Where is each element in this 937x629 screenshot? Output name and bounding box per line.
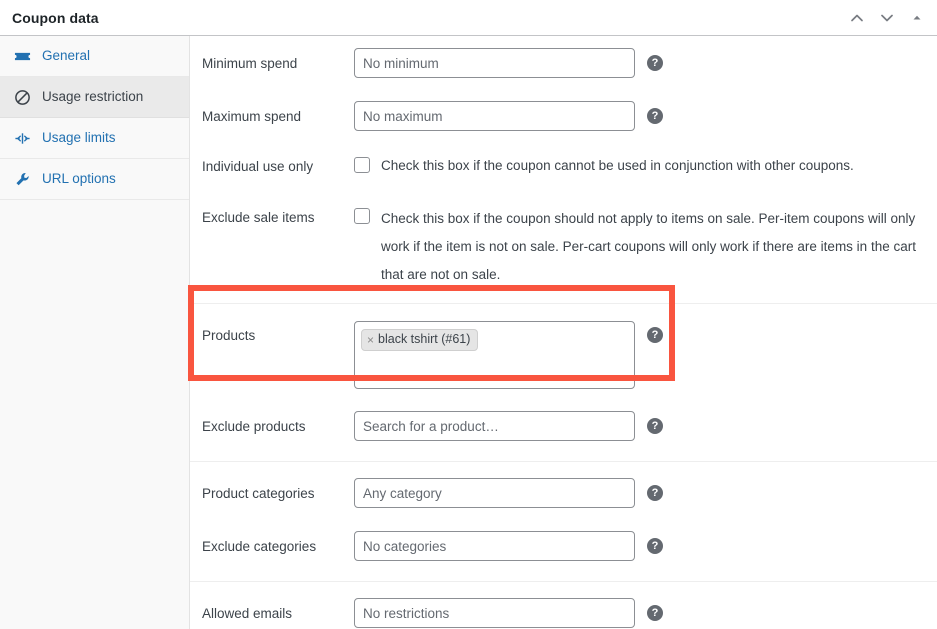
field-row-exclude-categories: Exclude categories ? [190, 531, 937, 565]
help-tip-icon[interactable]: ? [647, 327, 663, 343]
field-label: Allowed emails [202, 606, 293, 621]
field-row-maximum-spend: Maximum spend ? [190, 101, 937, 135]
help-tip-icon[interactable]: ? [647, 538, 663, 554]
field-row-individual-use-only: Individual use only Check this box if th… [190, 154, 937, 188]
chevron-up-icon [849, 10, 865, 26]
sidebar-item-label: General [42, 48, 91, 64]
field-label: Product categories [202, 486, 315, 501]
panel-header: Coupon data [0, 0, 937, 36]
help-tip-icon[interactable]: ? [647, 55, 663, 71]
field-row-allowed-emails: Allowed emails ? [190, 598, 937, 629]
ticket-icon [12, 48, 32, 65]
field-label: Individual use only [202, 159, 314, 174]
field-label: Exclude sale items [202, 210, 315, 225]
option-group-emails: Allowed emails ? [190, 581, 937, 629]
sidebar-item-label: URL options [42, 171, 116, 187]
allowed-emails-input[interactable] [354, 598, 635, 628]
individual-use-only-checkbox[interactable] [354, 157, 370, 173]
individual-use-only-description: Check this box if the coupon cannot be u… [381, 158, 854, 173]
coupon-data-tabs: General Usage restriction Usage limits U… [0, 36, 190, 629]
field-label: Exclude products [202, 419, 306, 434]
help-tip-icon[interactable]: ? [647, 605, 663, 621]
sidebar-item-label: Usage restriction [42, 89, 144, 105]
field-row-exclude-sale-items: Exclude sale items Check this box if the… [190, 205, 937, 289]
limit-icon [12, 130, 32, 147]
exclude-products-input[interactable] [354, 411, 635, 441]
coupon-data-panel: Coupon data General Usage restriction Us… [0, 0, 937, 629]
field-label: Exclude categories [202, 539, 317, 554]
field-row-exclude-products: Exclude products ? [190, 411, 937, 445]
sidebar-item-general[interactable]: General [0, 36, 189, 77]
field-row-minimum-spend: Minimum spend ? [190, 48, 937, 82]
move-down-button[interactable] [873, 4, 901, 32]
product-categories-input[interactable] [354, 478, 635, 508]
panel-header-actions [843, 0, 931, 36]
panel-body: General Usage restriction Usage limits U… [0, 36, 937, 629]
field-row-product-categories: Product categories ? [190, 478, 937, 512]
sidebar-item-usage-restriction[interactable]: Usage restriction [0, 77, 189, 118]
usage-restriction-options: Minimum spend ? Maximum spend ? Individu… [190, 36, 937, 629]
product-token-label: black tshirt (#61) [378, 332, 471, 346]
option-group-general-restrictions: Minimum spend ? Maximum spend ? Individu… [190, 36, 937, 303]
maximum-spend-input[interactable] [354, 101, 635, 131]
sidebar-item-url-options[interactable]: URL options [0, 159, 189, 200]
help-tip-icon[interactable]: ? [647, 485, 663, 501]
prohibition-icon [12, 89, 32, 106]
triangle-up-icon [910, 11, 924, 25]
sidebar-item-usage-limits[interactable]: Usage limits [0, 118, 189, 159]
field-label: Products [202, 328, 256, 343]
help-tip-icon[interactable]: ? [647, 108, 663, 124]
sidebar-item-label: Usage limits [42, 130, 116, 146]
field-row-products: Products × black tshirt (#61) ? [190, 321, 937, 389]
move-up-button[interactable] [843, 4, 871, 32]
chevron-down-icon [879, 10, 895, 26]
exclude-sale-items-description: Check this box if the coupon should not … [381, 211, 916, 282]
product-token[interactable]: × black tshirt (#61) [361, 329, 479, 351]
option-group-categories: Product categories ? Exclude categories … [190, 461, 937, 581]
option-group-products: Products × black tshirt (#61) ? Exclude … [190, 303, 937, 461]
exclude-sale-items-checkbox[interactable] [354, 208, 370, 224]
help-tip-icon[interactable]: ? [647, 418, 663, 434]
remove-token-icon[interactable]: × [367, 334, 374, 346]
exclude-categories-input[interactable] [354, 531, 635, 561]
minimum-spend-input[interactable] [354, 48, 635, 78]
field-label: Maximum spend [202, 109, 302, 124]
field-label: Minimum spend [202, 56, 298, 71]
wrench-icon [12, 171, 32, 188]
products-token-input[interactable]: × black tshirt (#61) [354, 321, 635, 389]
page-title: Coupon data [12, 9, 99, 26]
toggle-panel-button[interactable] [903, 4, 931, 32]
